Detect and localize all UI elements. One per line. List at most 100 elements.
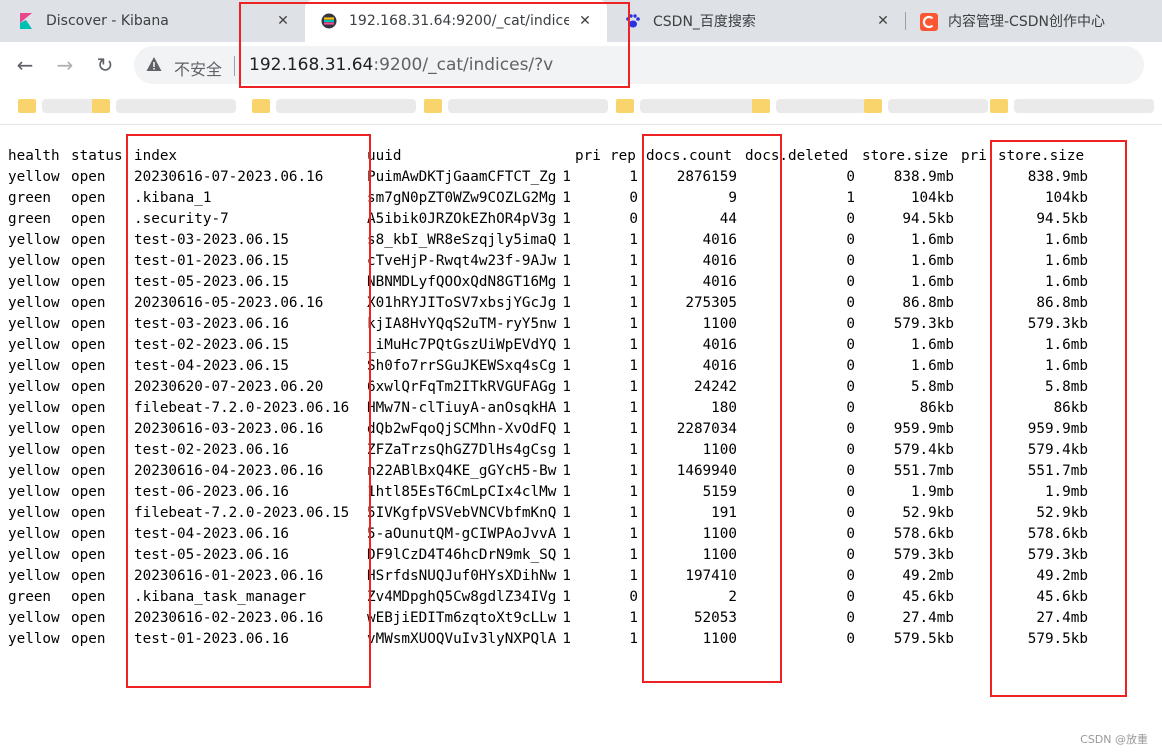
cell-pri: 1 — [562, 568, 571, 584]
table-row: yellow open test-03-2023.06.15 s8_kbI_WR8eS… — [8, 230, 1154, 251]
cell-docs-count: 191 — [711, 505, 737, 521]
cell-store-size: 45.6kb — [902, 589, 954, 605]
cell-status: open — [71, 274, 106, 290]
cell-pri-store-size: 52.9kb — [1036, 505, 1088, 521]
cell-status: open — [71, 505, 106, 521]
cell-store-size: 104kb — [910, 190, 954, 206]
divider — [0, 124, 1162, 125]
forward-icon[interactable]: → — [52, 52, 78, 78]
folder-icon — [18, 99, 36, 113]
tab-csdn-content[interactable]: 内容管理-CSDN创作中心 — [906, 0, 1162, 42]
url-host: 192.168.31.64 — [249, 55, 374, 75]
url-text[interactable]: 192.168.31.64:9200/_cat/indices/?v — [249, 55, 553, 75]
cell-uuid: n22ABlBxQ4KE_gGYcH5-Bw — [367, 463, 557, 479]
bookmark-folder[interactable] — [92, 96, 236, 116]
cell-store-size: 579.4kb — [893, 442, 954, 458]
cell-pri-store-size: 94.5kb — [1036, 211, 1088, 227]
close-icon[interactable]: ✕ — [275, 13, 291, 29]
table-row: yellow open 20230616-02-2023.06.16 wEBjiEDI… — [8, 608, 1154, 629]
cell-docs-count: 52053 — [693, 610, 737, 626]
cell-index: .kibana_1 — [134, 190, 212, 206]
header-uuid: uuid — [367, 148, 402, 164]
cell-health: yellow — [8, 358, 60, 374]
cell-pri-store-size: 1.6mb — [1044, 358, 1088, 374]
cell-rep: 1 — [629, 337, 638, 353]
table-row: green open .security-7 A5ibik0JRZOkEZhOR4pV… — [8, 209, 1154, 230]
close-icon[interactable]: ✕ — [577, 13, 593, 29]
cell-docs-deleted: 0 — [846, 232, 855, 248]
table-row: yellow open 20230616-01-2023.06.16 HSrfdsNU… — [8, 566, 1154, 587]
divider — [234, 56, 235, 76]
cell-store-size: 52.9kb — [902, 505, 954, 521]
bookmark-folder[interactable] — [18, 96, 98, 116]
header-store-size: store.size — [862, 148, 949, 164]
table-row: yellow open filebeat-7.2.0-2023.06.15 5IVKg… — [8, 503, 1154, 524]
cell-uuid: cTveHjP-Rwqt4w23f-9AJw — [367, 253, 557, 269]
bookmark-folder[interactable] — [752, 96, 866, 116]
cell-docs-count: 2287034 — [676, 421, 737, 437]
cell-rep: 1 — [629, 442, 638, 458]
tab-title: 内容管理-CSDN创作中心 — [948, 14, 1105, 30]
cell-docs-deleted: 0 — [846, 211, 855, 227]
cell-index: .kibana_task_manager — [134, 589, 307, 605]
cell-health: yellow — [8, 631, 60, 647]
cell-docs-deleted: 0 — [846, 358, 855, 374]
bookmark-folder[interactable] — [252, 96, 416, 116]
bookmark-folder[interactable] — [616, 96, 760, 116]
cell-pri: 1 — [562, 631, 571, 647]
not-secure-icon[interactable] — [146, 56, 162, 72]
cell-pri-store-size: 49.2mb — [1036, 568, 1088, 584]
close-icon[interactable]: ✕ — [875, 13, 891, 29]
cell-uuid: sm7gN0pZT0WZw9COZLG2Mg — [367, 190, 557, 206]
header-health: health — [8, 148, 60, 164]
cell-health: yellow — [8, 442, 60, 458]
cell-pri-store-size: 104kb — [1044, 190, 1088, 206]
bookmark-folder[interactable] — [424, 96, 608, 116]
cell-store-size: 579.3kb — [893, 316, 954, 332]
bookmark-folder[interactable] — [990, 96, 1154, 116]
cell-uuid: NBNMDLyfQOOxQdN8GT16Mg — [367, 274, 557, 290]
cell-index: test-01-2023.06.16 — [134, 631, 289, 647]
table-row: yellow open test-02-2023.06.16 ZFZaTrzsQhGZ… — [8, 440, 1154, 461]
cell-store-size: 1.6mb — [910, 358, 954, 374]
cell-store-size: 86.8mb — [902, 295, 954, 311]
cell-pri: 1 — [562, 421, 571, 437]
cell-pri: 1 — [562, 379, 571, 395]
table-row: yellow open test-06-2023.06.16 1htl85EsT6Cm… — [8, 482, 1154, 503]
cell-status: open — [71, 400, 106, 416]
bookmark-folder[interactable] — [864, 96, 988, 116]
header-row: health status index uuid pri rep docs.co… — [8, 146, 1154, 167]
table-row: yellow open test-01-2023.06.16 vMWsmXUOQVuI… — [8, 629, 1154, 650]
reload-icon[interactable]: ↻ — [92, 52, 118, 78]
cell-docs-count: 9 — [728, 190, 737, 206]
cell-docs-count: 2876159 — [676, 169, 737, 185]
cell-docs-deleted: 0 — [846, 169, 855, 185]
tab-cat-indices[interactable]: 192.168.31.64:9200/_cat/indice ✕ — [305, 0, 607, 42]
cell-rep: 1 — [629, 358, 638, 374]
cell-uuid: ZFZaTrzsQhGZ7DlHs4gCsg — [367, 442, 557, 458]
cell-rep: 1 — [629, 400, 638, 416]
cell-status: open — [71, 589, 106, 605]
folder-icon — [990, 99, 1008, 113]
baidu-paw-icon — [625, 13, 641, 29]
security-label[interactable]: 不安全 — [174, 56, 222, 80]
cell-health: yellow — [8, 295, 60, 311]
cell-rep: 1 — [629, 631, 638, 647]
back-icon[interactable]: ← — [12, 52, 38, 78]
cell-docs-deleted: 0 — [846, 421, 855, 437]
address-bar[interactable]: 不安全 192.168.31.64:9200/_cat/indices/?v — [134, 46, 1144, 84]
header-docs-count: docs.count — [646, 148, 733, 164]
tab-csdn-baidu[interactable]: CSDN_百度搜索 ✕ — [607, 0, 905, 42]
table-row: yellow open test-04-2023.06.15 Sh0fo7rrSGuJ… — [8, 356, 1154, 377]
tab-kibana[interactable]: Discover - Kibana ✕ — [0, 0, 305, 42]
cell-index: filebeat-7.2.0-2023.06.15 — [134, 505, 350, 521]
table-row: yellow open test-01-2023.06.15 cTveHjP-Rwqt… — [8, 251, 1154, 272]
cell-health: yellow — [8, 337, 60, 353]
table-row: yellow open test-04-2023.06.16 5-aOunutQM-g… — [8, 524, 1154, 545]
cell-store-size: 959.9mb — [893, 421, 954, 437]
cell-pri: 1 — [562, 190, 571, 206]
cell-pri-store-size: 1.6mb — [1044, 253, 1088, 269]
tab-title: Discover - Kibana — [46, 13, 169, 29]
cell-rep: 1 — [629, 169, 638, 185]
cell-pri: 1 — [562, 442, 571, 458]
